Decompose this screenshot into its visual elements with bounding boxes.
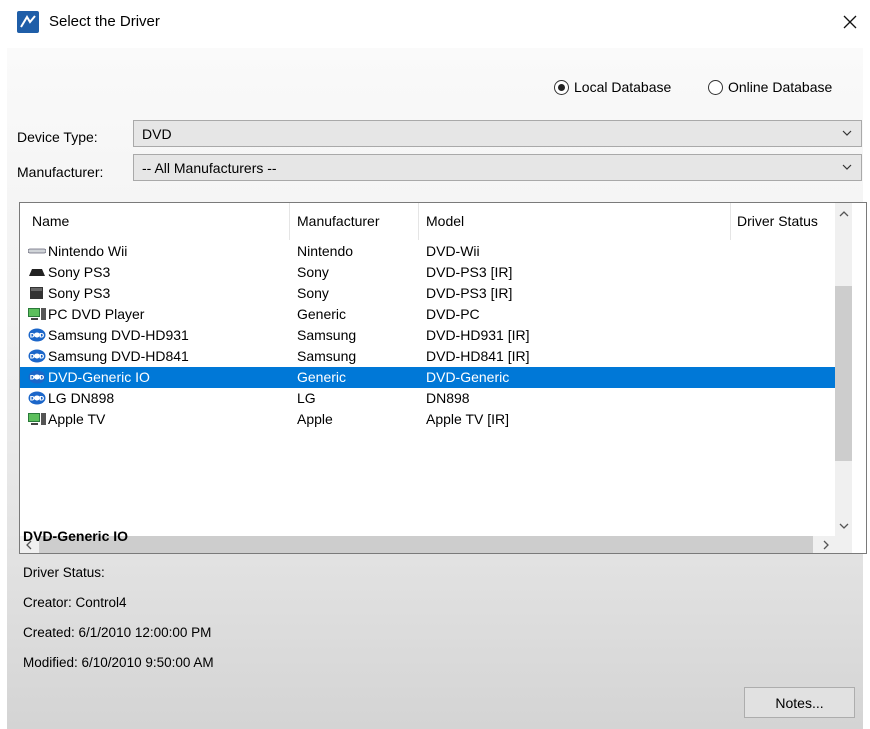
row-model: DN898	[426, 390, 470, 406]
row-manufacturer: Sony	[297, 285, 329, 301]
chevron-up-icon	[839, 210, 848, 216]
creator-text: Creator: Control4	[23, 595, 127, 610]
svg-text:DVD: DVD	[30, 354, 45, 361]
local-database-label: Local Database	[574, 79, 672, 95]
chevron-right-icon	[823, 540, 829, 549]
pc-icon	[28, 412, 46, 426]
online-database-label: Online Database	[728, 79, 833, 95]
row-name: Nintendo Wii	[48, 243, 128, 259]
slim-console-icon	[27, 244, 47, 258]
row-name: Samsung DVD-HD841	[48, 348, 189, 364]
title-bar: Select the Driver	[0, 0, 870, 46]
column-header-name[interactable]: Name	[32, 213, 69, 229]
column-header-manufacturer[interactable]: Manufacturer	[297, 213, 379, 229]
row-manufacturer: Sony	[297, 264, 329, 280]
table-row[interactable]: DVD Samsung DVD-HD841 Samsung DVD-HD841 [IR…	[20, 346, 836, 367]
horizontal-scroll-thumb[interactable]	[39, 536, 813, 553]
vertical-scroll-thumb[interactable]	[835, 286, 852, 461]
row-manufacturer: LG	[297, 390, 316, 406]
list-header: Name Manufacturer Model Driver Status	[20, 203, 832, 240]
row-name: Sony PS3	[48, 285, 111, 301]
table-row[interactable]: Sony PS3 Sony DVD-PS3 [IR]	[20, 262, 836, 283]
online-database-radio[interactable]: Online Database	[708, 79, 832, 95]
table-row[interactable]: Apple TV Apple Apple TV [IR]	[20, 409, 836, 430]
table-row[interactable]: DVD DVD-Generic IO Generic DVD-Generic	[20, 367, 836, 388]
table-row[interactable]: Sony PS3 Sony DVD-PS3 [IR]	[20, 283, 836, 304]
column-header-model[interactable]: Model	[426, 213, 464, 229]
column-header-driver-status[interactable]: Driver Status	[737, 213, 818, 229]
horizontal-scrollbar[interactable]	[20, 536, 852, 553]
scroll-up-button[interactable]	[835, 205, 852, 222]
pc-icon	[28, 307, 46, 321]
row-manufacturer: Samsung	[297, 348, 357, 364]
dvd-disc-icon: DVD	[28, 391, 46, 405]
radio-checked-icon	[554, 79, 569, 95]
row-model: DVD-Generic	[426, 369, 510, 385]
row-model: DVD-PC	[426, 306, 480, 322]
row-manufacturer: Samsung	[297, 327, 357, 343]
dvd-disc-icon: DVD	[28, 370, 46, 384]
chevron-down-icon	[839, 523, 848, 529]
created-text: Created: 6/1/2010 12:00:00 PM	[23, 625, 212, 640]
table-row[interactable]: DVD LG DN898 LG DN898	[20, 388, 836, 409]
scroll-down-button[interactable]	[835, 517, 852, 534]
chevron-down-icon	[842, 130, 852, 136]
row-manufacturer: Generic	[297, 369, 347, 385]
chevron-down-icon	[842, 164, 852, 170]
table-row[interactable]: Nintendo Wii Nintendo DVD-Wii	[20, 241, 836, 262]
control4-app-icon	[17, 11, 39, 33]
row-model: DVD-HD841 [IR]	[426, 348, 530, 364]
row-model: DVD-HD931 [IR]	[426, 327, 530, 343]
row-model: DVD-Wii	[426, 243, 480, 259]
console-icon	[28, 265, 46, 279]
scrollbar-corner	[835, 536, 852, 553]
table-row[interactable]: PC DVD Player Generic DVD-PC	[20, 304, 836, 325]
window-title: Select the Driver	[49, 13, 160, 30]
close-button[interactable]	[832, 6, 868, 38]
local-database-radio[interactable]: Local Database	[554, 79, 671, 95]
modified-text: Modified: 6/10/2010 9:50:00 AM	[23, 655, 214, 670]
radio-unchecked-icon	[708, 79, 723, 95]
manufacturer-value: -- All Manufacturers --	[142, 159, 277, 176]
row-model: DVD-PS3 [IR]	[426, 264, 513, 280]
dialog-body: Local Database Online Database Device Ty…	[7, 48, 867, 729]
vertical-scrollbar[interactable]	[835, 203, 852, 536]
row-name: LG DN898	[48, 390, 115, 406]
notes-button[interactable]: Notes...	[744, 687, 855, 718]
manufacturer-select[interactable]: -- All Manufacturers --	[133, 154, 862, 181]
row-name: DVD-Generic IO	[48, 369, 150, 385]
svg-text:DVD: DVD	[30, 375, 45, 382]
device-type-label: Device Type:	[17, 129, 98, 145]
console-tower-icon	[28, 286, 46, 300]
driver-status-text: Driver Status:	[23, 565, 105, 580]
svg-text:DVD: DVD	[30, 396, 45, 403]
device-type-select[interactable]: DVD	[133, 120, 862, 147]
dvd-disc-icon: DVD	[28, 349, 46, 363]
row-name: Sony PS3	[48, 264, 111, 280]
close-icon	[843, 15, 857, 29]
device-type-value: DVD	[142, 125, 172, 142]
row-model: Apple TV [IR]	[426, 411, 510, 427]
row-model: DVD-PS3 [IR]	[426, 285, 513, 301]
scroll-right-button[interactable]	[817, 536, 834, 553]
dvd-disc-icon: DVD	[28, 328, 46, 342]
row-name: Apple TV	[48, 411, 106, 427]
row-manufacturer: Nintendo	[297, 243, 354, 259]
svg-text:DVD: DVD	[30, 333, 45, 340]
row-manufacturer: Generic	[297, 306, 347, 322]
row-name: Samsung DVD-HD931	[48, 327, 189, 343]
manufacturer-label: Manufacturer:	[17, 164, 104, 180]
selected-driver-name: DVD-Generic IO	[23, 528, 129, 544]
row-manufacturer: Apple	[297, 411, 333, 427]
driver-list[interactable]: Name Manufacturer Model Driver Status Ni…	[19, 202, 867, 554]
row-name: PC DVD Player	[48, 306, 145, 322]
table-row[interactable]: DVD Samsung DVD-HD931 Samsung DVD-HD931 [IR…	[20, 325, 836, 346]
